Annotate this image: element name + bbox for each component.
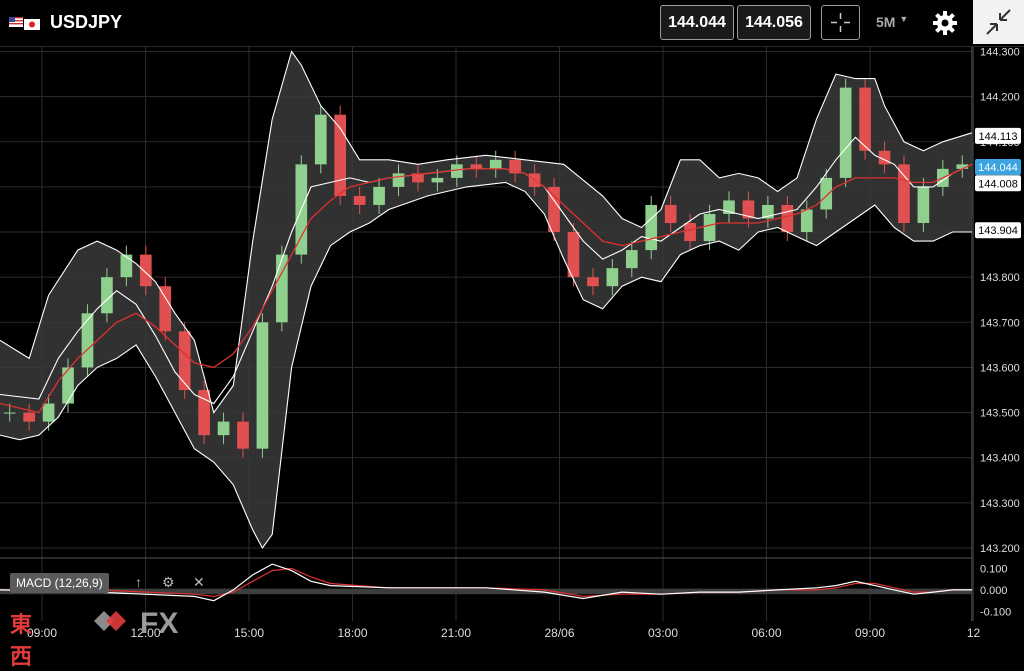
candle-body [178,331,191,391]
candle-body [120,254,133,278]
y-tick-label: 143.800 [980,272,1020,284]
price-chart[interactable]: 144.300144.200144.100144.000143.900143.8… [0,47,1024,645]
top-bar: USDJPY 144.044 144.056 5M ▼ [0,0,1024,47]
timeframe-label: 5M [876,14,896,30]
x-tick-label: 12 [967,626,981,640]
gear-icon[interactable] [932,10,958,36]
price-tag-label: 144.008 [978,178,1018,190]
candle-body [42,403,55,422]
macd-y-tick-label: -0.100 [980,606,1011,618]
candle-body [392,173,405,187]
x-tick-label: 09:00 [855,626,885,640]
brand-kanji: 東西 [10,613,33,670]
y-tick-label: 143.600 [980,362,1020,374]
candle-body [139,254,152,287]
candle-body [23,412,35,422]
candle-body [703,213,716,242]
candle-body [217,421,230,436]
exit-fullscreen-button[interactable] [973,0,1024,44]
candle-body [645,204,658,251]
candle-body [470,164,483,169]
y-tick-label: 143.400 [980,453,1020,465]
macd-zero-band [0,588,972,595]
candle-body [820,177,833,210]
candle-body [625,250,638,269]
ask-price-button[interactable]: 144.056 [737,5,811,40]
candle-body [684,223,696,242]
crosshair-icon [831,13,850,32]
collapse-icon [986,9,1011,35]
crosshair-button[interactable] [821,5,860,40]
currency-flags-icon [9,17,40,30]
macd-indicator-label[interactable]: MACD (12,26,9) [10,573,109,593]
arrow-up-icon[interactable]: ↑ [135,574,142,590]
x-tick-label: 06:00 [751,626,781,640]
candle-body [237,421,249,449]
y-tick-label: 143.200 [980,543,1020,555]
candle-body [548,186,560,233]
price-tag-label: 143.904 [978,225,1018,237]
candle-body [781,204,794,233]
candle-body [431,177,444,183]
candle-body [256,322,269,449]
candle-body [839,87,852,178]
candle-body [62,367,74,404]
candle-body [334,114,347,196]
x-tick-label: 03:00 [648,626,678,640]
brand-fx-text: FX [140,607,178,639]
price-axis: 144.300144.200144.100144.000143.900143.8… [980,47,1020,555]
candle-body [587,277,599,287]
candle-body [314,114,327,165]
candle-body [859,87,871,151]
candle-body [664,204,677,224]
candle-body [489,159,502,169]
bid-price-button[interactable]: 144.044 [660,5,734,40]
candle-body [373,186,385,205]
candle-body [917,186,930,224]
x-tick-label: 21:00 [441,626,471,640]
close-icon[interactable]: ✕ [193,574,205,591]
price-tag-label: 144.113 [979,131,1018,143]
y-tick-label: 144.200 [980,92,1020,104]
chevron-down-icon: ▼ [899,14,909,24]
x-tick-label: 28/06 [544,626,574,640]
candle-body [800,209,813,233]
y-tick-label: 143.700 [980,317,1020,329]
y-tick-label: 144.300 [980,47,1020,59]
settings-gear-icon[interactable]: ⚙ [162,574,175,591]
brand-fx-logo: FX [94,607,178,639]
candle-body [898,164,910,224]
candle-body [3,412,16,414]
candle-body [159,286,172,332]
symbol-label: USDJPY [50,12,123,32]
macd-y-tick-label: 0.100 [980,563,1008,575]
timeframe-dropdown[interactable]: 5M ▼ [876,14,908,30]
price-tag-label: 144.044 [978,162,1018,174]
y-tick-label: 143.300 [980,498,1020,510]
macd-y-tick-label: 0.000 [980,585,1008,597]
candle-body [353,195,366,205]
x-tick-label: 18:00 [337,626,367,640]
candle-body [81,313,94,368]
x-tick-label: 15:00 [234,626,264,640]
candle-body [606,268,619,287]
y-tick-label: 143.500 [980,408,1020,420]
